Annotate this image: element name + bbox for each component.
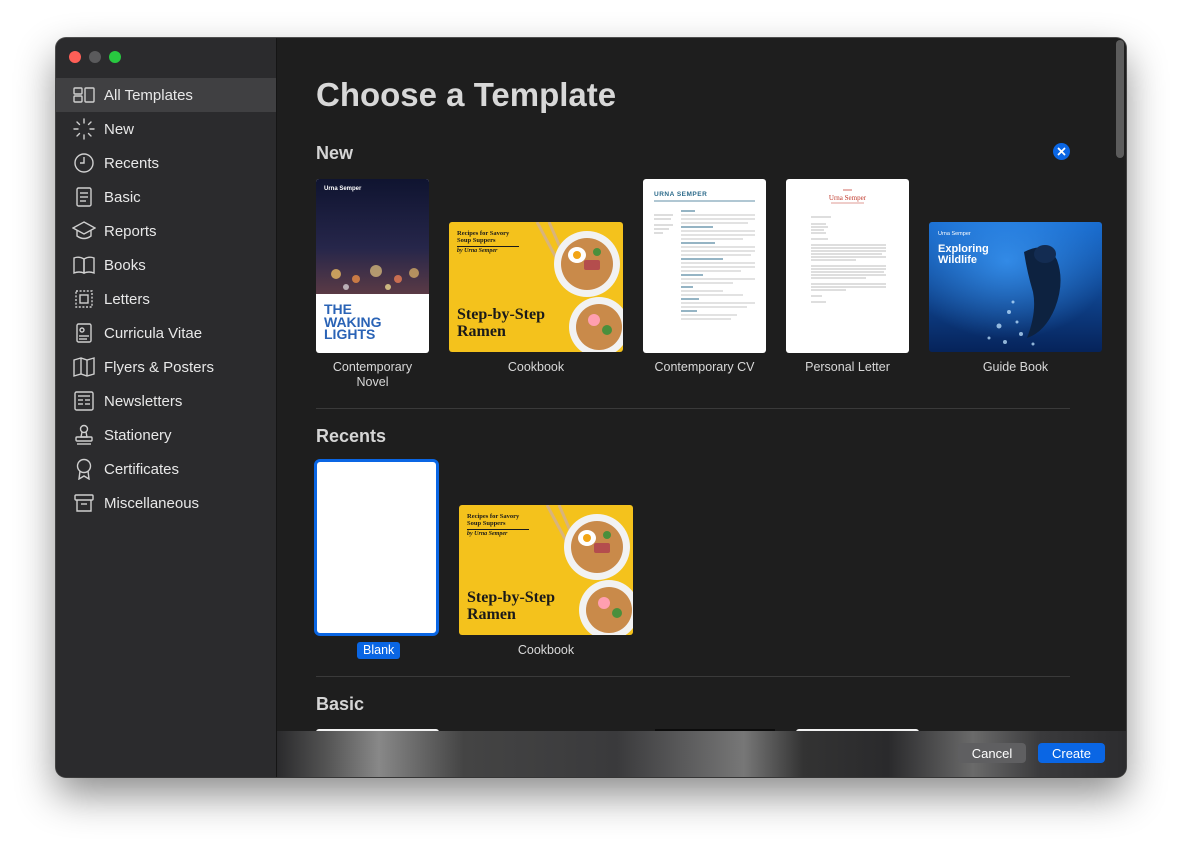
- sidebar-item-label: Certificates: [104, 460, 180, 478]
- close-new-section-button[interactable]: [1053, 143, 1070, 160]
- all-templates-icon: [72, 84, 96, 106]
- sidebar-nav: All Templates New Recents Basic Reports …: [56, 78, 276, 520]
- template-caption: Contemporary Novel: [332, 360, 413, 389]
- sidebar-item-all-templates[interactable]: All Templates: [56, 78, 276, 112]
- cookbook-subtitle: Recipes for Savory Soup Suppers: [467, 513, 529, 530]
- document-icon: [72, 186, 96, 208]
- page-title: Choose a Template: [316, 76, 617, 113]
- cookbook-byline: by Urna Semper: [467, 531, 508, 537]
- template-thumbnail-personal-letter[interactable]: Urna Semper: [786, 179, 909, 353]
- cookbook-subtitle: Recipes for Savory Soup Suppers: [457, 230, 519, 247]
- close-icon: [1057, 147, 1066, 156]
- template-thumbnail-contemporary-novel[interactable]: Urna Semper THE WAKING LIGHTS: [316, 179, 429, 353]
- sidebar-item-label: Stationery: [104, 426, 172, 444]
- section-header-recents: Recents: [316, 426, 387, 446]
- create-button[interactable]: Create: [1038, 743, 1105, 763]
- template-thumbnail-contemporary-cv[interactable]: URNA SEMPER: [643, 179, 766, 353]
- novel-cover-line: LIGHTS: [324, 326, 376, 342]
- clock-icon: [72, 152, 96, 174]
- sidebar-item-books[interactable]: Books: [56, 248, 276, 282]
- dialog-footer: Cancel Create: [277, 731, 1126, 777]
- template-caption-selected: Blank: [357, 642, 401, 659]
- sidebar-item-newsletters[interactable]: Newsletters: [56, 384, 276, 418]
- template-caption: Cookbook: [507, 360, 565, 374]
- stamp-icon: [72, 424, 96, 446]
- sidebar-item-letters[interactable]: Letters: [56, 282, 276, 316]
- section-divider: [316, 408, 1070, 409]
- template-chooser-window: All Templates New Recents Basic Reports …: [56, 38, 1126, 777]
- newsletter-icon: [72, 390, 96, 412]
- sidebar-item-label: Miscellaneous: [104, 494, 200, 512]
- template-caption: Cookbook: [517, 643, 575, 657]
- template-thumbnail-cookbook-recent[interactable]: Recipes for Savory Soup Suppers by Urna …: [459, 505, 633, 635]
- template-caption: Contemporary CV: [654, 360, 755, 374]
- sidebar-item-label: Reports: [104, 222, 157, 240]
- sidebar-item-label: Letters: [104, 290, 150, 308]
- cookbook-headline: Step-by-Step Ramen: [457, 306, 546, 340]
- book-icon: [72, 254, 96, 276]
- sidebar-item-label: Newsletters: [104, 392, 183, 410]
- novel-cover-title: THE WAKING LIGHTS: [324, 302, 382, 342]
- stamp-frame-icon: [72, 288, 96, 310]
- archive-box-icon: [72, 492, 96, 514]
- ribbon-icon: [72, 458, 96, 480]
- sidebar-item-label: All Templates: [104, 86, 193, 104]
- template-caption: Guide Book: [982, 360, 1049, 374]
- cancel-button[interactable]: Cancel: [958, 743, 1026, 763]
- template-thumbnail-cookbook[interactable]: Recipes for Savory Soup Suppers by Urna …: [449, 222, 623, 352]
- sidebar-item-label: Basic: [104, 188, 141, 206]
- graduation-cap-icon: [72, 220, 96, 242]
- cookbook-byline: by Urna Semper: [457, 248, 498, 254]
- sidebar-item-label: Flyers & Posters: [104, 358, 215, 376]
- sidebar-item-label: New: [104, 120, 135, 138]
- sidebar-item-reports[interactable]: Reports: [56, 214, 276, 248]
- template-gallery: Choose a Template New Urna Semper THE WA…: [277, 38, 1126, 777]
- sidebar-item-curricula-vitae[interactable]: Curricula Vitae: [56, 316, 276, 350]
- sidebar-item-label: Recents: [104, 154, 160, 172]
- cookbook-headline: Step-by-Step Ramen: [467, 589, 556, 623]
- sidebar-item-new[interactable]: New: [56, 112, 276, 146]
- sidebar-item-label: Curricula Vitae: [104, 324, 203, 342]
- guidebook-headline: Exploring Wildlife: [938, 243, 989, 266]
- sidebar-item-basic[interactable]: Basic: [56, 180, 276, 214]
- window-controls: [69, 51, 121, 63]
- template-caption: Personal Letter: [805, 360, 890, 374]
- sidebar: All Templates New Recents Basic Reports …: [56, 38, 277, 777]
- zoom-window-button[interactable]: [109, 51, 121, 63]
- vertical-scrollbar[interactable]: [1116, 40, 1124, 158]
- underwater-seal-image: [929, 222, 1102, 352]
- sidebar-item-label: Books: [104, 256, 146, 274]
- sidebar-item-recents[interactable]: Recents: [56, 146, 276, 180]
- sidebar-item-stationery[interactable]: Stationery: [56, 418, 276, 452]
- section-divider: [316, 676, 1070, 677]
- person-doc-icon: [72, 322, 96, 344]
- sidebar-item-certificates[interactable]: Certificates: [56, 452, 276, 486]
- sidebar-item-miscellaneous[interactable]: Miscellaneous: [56, 486, 276, 520]
- minimize-window-button[interactable]: [89, 51, 101, 63]
- map-icon: [72, 356, 96, 378]
- guidebook-author: Urna Semper: [938, 231, 971, 237]
- template-thumbnail-blank[interactable]: [314, 459, 439, 636]
- novel-author: Urna Semper: [324, 186, 362, 192]
- letter-body-lines: [811, 189, 886, 303]
- close-window-button[interactable]: [69, 51, 81, 63]
- new-sparkle-icon: [72, 118, 96, 140]
- section-header-basic: Basic: [316, 694, 365, 714]
- section-header-new: New: [316, 143, 354, 163]
- cv-body-lines: [654, 200, 755, 320]
- sidebar-item-flyers-posters[interactable]: Flyers & Posters: [56, 350, 276, 384]
- template-thumbnail-guide-book[interactable]: Urna Semper Exploring Wildlife: [929, 222, 1102, 352]
